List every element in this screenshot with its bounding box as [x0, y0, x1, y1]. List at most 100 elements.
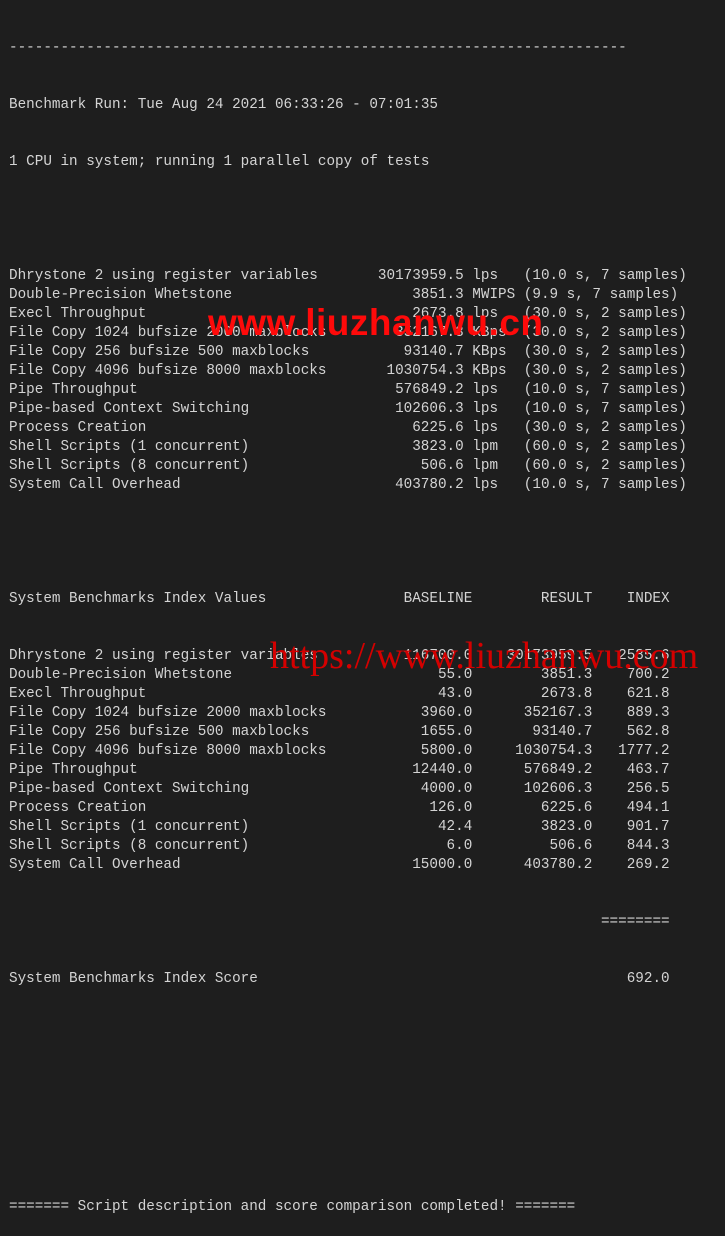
result-row: Pipe-based Context Switching 102606.3 lps…: [9, 400, 687, 419]
result-row: Process Creation 6225.6 lps (30.0 s, 2 sa…: [9, 419, 687, 438]
index-table: Dhrystone 2 using register variables 1167…: [9, 647, 687, 875]
baseline-value: 43.0: [437, 686, 473, 702]
separator-line: ----------------------------------------…: [9, 40, 627, 56]
baseline-value: 1655.0: [420, 724, 473, 740]
result-row: System Call Overhead 403780.2 lps (10.0 s…: [9, 476, 687, 495]
baseline-value: 6.0: [446, 838, 473, 854]
result-row: Pipe Throughput 576849.2 lps (10.0 s, 7 s…: [9, 381, 687, 400]
test-unit: KBps: [472, 363, 507, 379]
result-value: 2673.8: [540, 686, 593, 702]
index-header-col: INDEX: [626, 591, 670, 607]
test-value: 30173959.5: [377, 268, 464, 284]
result-value: 403780.2: [523, 857, 593, 873]
test-name: Pipe-based Context Switching: [9, 401, 250, 417]
index-value: 269.2: [626, 857, 670, 873]
result-row: Shell Scripts (8 concurrent) 506.6 lpm (6…: [9, 457, 687, 476]
index-row: File Copy 4096 bufsize 8000 maxblocks 580…: [9, 742, 687, 761]
index-value: 844.3: [626, 838, 670, 854]
test-name: File Copy 256 bufsize 500 maxblocks: [9, 724, 310, 740]
index-value: 463.7: [626, 762, 670, 778]
result-value: 6225.6: [540, 800, 593, 816]
test-detail: (60.0 s, 2 samples): [523, 439, 687, 455]
index-row: Shell Scripts (1 concurrent) 42.4 3823.0 90…: [9, 818, 687, 837]
score-label: System Benchmarks Index Score: [9, 971, 258, 987]
index-row: File Copy 1024 bufsize 2000 maxblocks 396…: [9, 704, 687, 723]
index-row: Process Creation 126.0 6225.6 494.1: [9, 799, 687, 818]
test-detail: (30.0 s, 2 samples): [523, 363, 687, 379]
index-value: 889.3: [626, 705, 670, 721]
result-row: File Copy 4096 bufsize 8000 maxblocks 103…: [9, 362, 687, 381]
test-unit: lps: [472, 401, 499, 417]
index-value: 901.7: [626, 819, 670, 835]
baseline-value: 126.0: [429, 800, 473, 816]
result-value: 3823.0: [540, 819, 593, 835]
cpu-line: 1 CPU in system; running 1 parallel copy…: [9, 154, 430, 170]
score-line: System Benchmarks Index Score 692.0: [9, 970, 687, 989]
test-unit: lps: [472, 268, 499, 284]
test-value: 1030754.3: [386, 363, 464, 379]
test-name: System Call Overhead: [9, 477, 181, 493]
test-name: File Copy 4096 bufsize 8000 maxblocks: [9, 743, 327, 759]
test-name: File Copy 4096 bufsize 8000 maxblocks: [9, 363, 327, 379]
score-rule-line: ========: [9, 913, 687, 932]
index-value: 1777.2: [618, 743, 670, 759]
test-value: 102606.3: [395, 401, 464, 417]
test-name: Shell Scripts (1 concurrent): [9, 439, 250, 455]
index-row: Pipe Throughput 12440.0 576849.2 463.7: [9, 761, 687, 780]
test-detail: (30.0 s, 2 samples): [523, 325, 687, 341]
test-name: File Copy 1024 bufsize 2000 maxblocks: [9, 705, 327, 721]
test-name: Shell Scripts (8 concurrent): [9, 838, 250, 854]
baseline-value: 3960.0: [420, 705, 473, 721]
score-value: 692.0: [626, 971, 670, 987]
test-unit: lps: [472, 382, 499, 398]
test-unit: lps: [472, 420, 499, 436]
baseline-header: BASELINE: [403, 591, 473, 607]
watermark-top: www.liuzhanwu.cn: [208, 302, 544, 343]
test-name: Pipe Throughput: [9, 762, 138, 778]
test-value: 403780.2: [395, 477, 464, 493]
result-row: File Copy 256 bufsize 500 maxblocks 93140…: [9, 343, 687, 362]
test-value: 576849.2: [395, 382, 464, 398]
baseline-value: 4000.0: [420, 781, 473, 797]
index-row: System Call Overhead 15000.0 403780.2 269.2: [9, 856, 687, 875]
baseline-value: 15000.0: [412, 857, 473, 873]
index-header: System Benchmarks Index Values BASELINE RE…: [9, 590, 687, 609]
test-value: 6225.6: [412, 420, 464, 436]
test-detail: (10.0 s, 7 samples): [523, 382, 687, 398]
test-name: Execl Throughput: [9, 686, 147, 702]
watermark-bottom: https://www.liuzhanwu.com: [270, 635, 699, 677]
result-value: 506.6: [549, 838, 593, 854]
index-row: Shell Scripts (8 concurrent) 6.0 506.6 844.…: [9, 837, 687, 856]
result-value: 102606.3: [523, 781, 593, 797]
result-value: 352167.3: [523, 705, 593, 721]
result-header: RESULT: [540, 591, 593, 607]
test-name: File Copy 256 bufsize 500 maxblocks: [9, 344, 310, 360]
test-unit: KBps: [472, 344, 507, 360]
test-value: 93140.7: [403, 344, 464, 360]
test-detail: (30.0 s, 2 samples): [523, 306, 687, 322]
test-name: Shell Scripts (1 concurrent): [9, 819, 250, 835]
test-name: Pipe-based Context Switching: [9, 781, 250, 797]
baseline-value: 12440.0: [412, 762, 473, 778]
result-row: Dhrystone 2 using register variables 3017…: [9, 267, 687, 286]
test-name: Shell Scripts (8 concurrent): [9, 458, 250, 474]
result-value: 1030754.3: [515, 743, 593, 759]
index-value: 494.1: [626, 800, 670, 816]
test-value: 506.6: [420, 458, 464, 474]
test-detail: (10.0 s, 7 samples): [523, 268, 687, 284]
index-value: 562.8: [626, 724, 670, 740]
result-value: 93140.7: [532, 724, 593, 740]
test-detail: (30.0 s, 2 samples): [523, 344, 687, 360]
test-value: 3823.0: [412, 439, 464, 455]
test-detail: (60.0 s, 2 samples): [523, 458, 687, 474]
test-unit: lpm: [472, 458, 499, 474]
result-value: 576849.2: [523, 762, 593, 778]
benchmark-run-line: Benchmark Run: Tue Aug 24 2021 06:33:26 …: [9, 97, 438, 113]
test-detail: (10.0 s, 7 samples): [523, 401, 687, 417]
baseline-value: 5800.0: [420, 743, 473, 759]
footer-line: ======= Script description and score com…: [9, 1199, 576, 1215]
test-name: Pipe Throughput: [9, 382, 138, 398]
